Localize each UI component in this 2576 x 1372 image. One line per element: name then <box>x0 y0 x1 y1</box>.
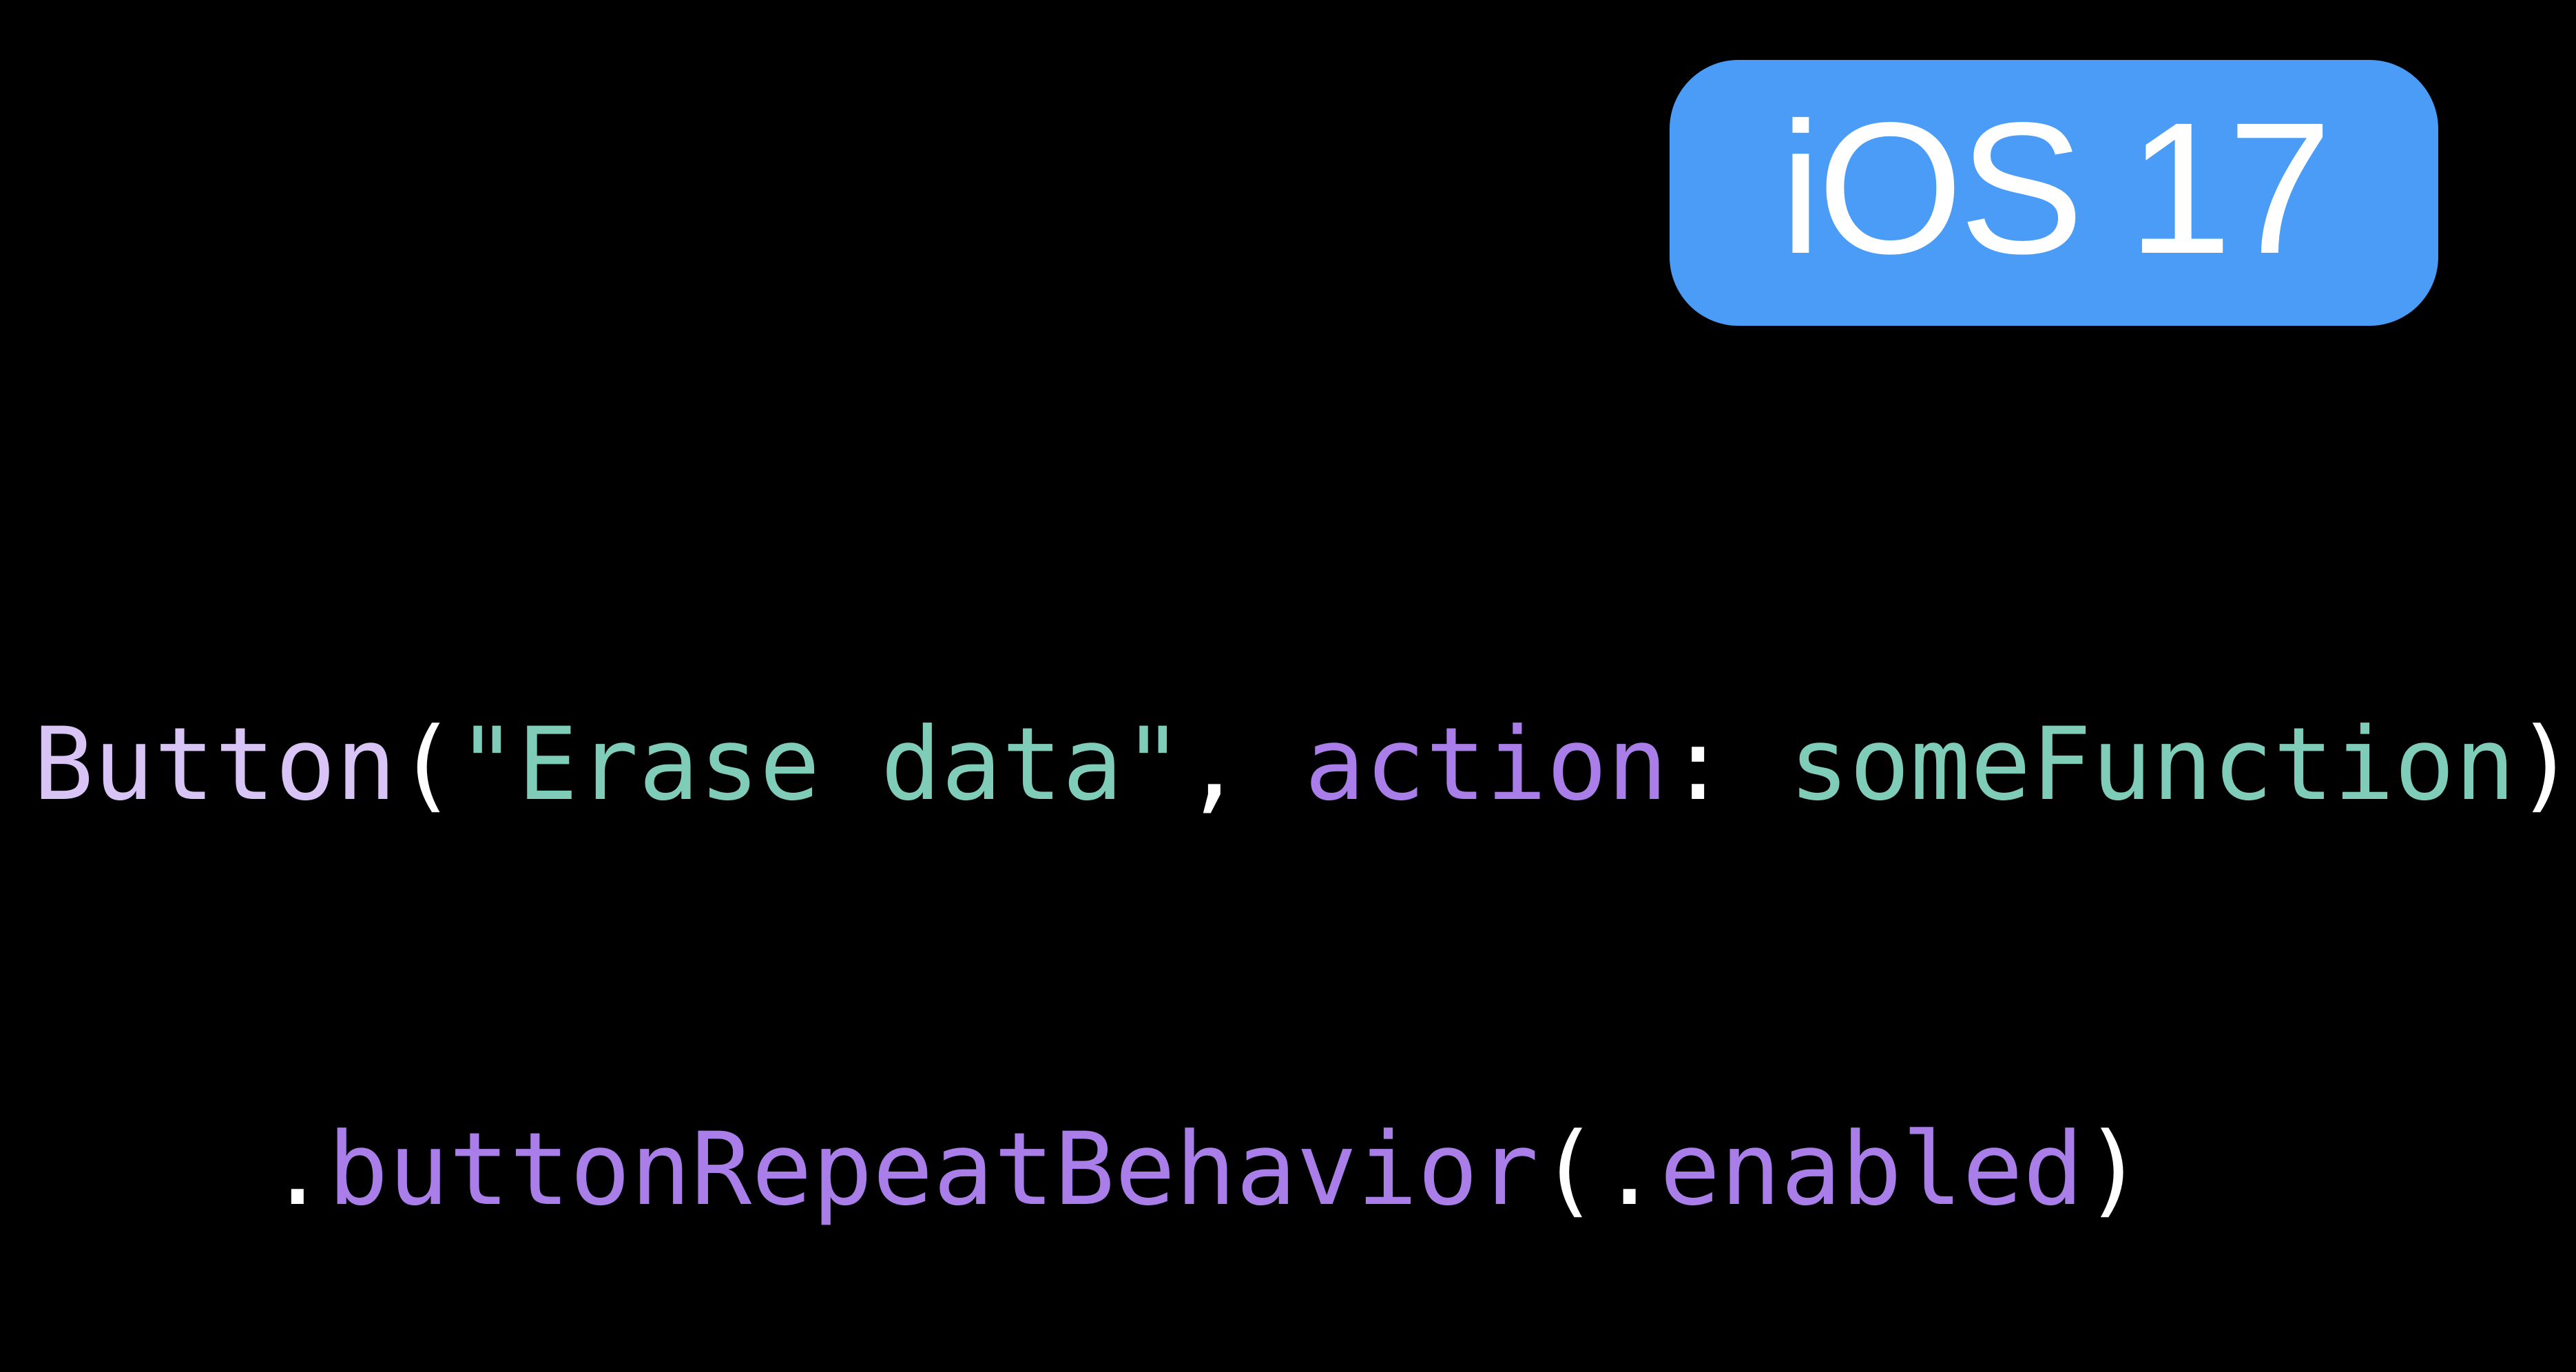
badge-label: iOS 17 <box>1780 83 2332 293</box>
comma-token: , <box>1183 706 1245 823</box>
string-literal-token: "Erase data" <box>457 706 1184 823</box>
param-label-token: action <box>1304 706 1668 823</box>
open-paren-token-2: ( <box>1538 1111 1599 1228</box>
space-token-2 <box>1728 706 1789 823</box>
code-line-1: Button("Erase data", action: someFunctio… <box>33 697 2576 832</box>
open-paren-token: ( <box>396 706 457 823</box>
type-name-token: Button <box>33 706 397 823</box>
modifier-name-token: buttonRepeatBehavior <box>327 1111 1539 1228</box>
enum-case-token: enabled <box>1659 1111 2084 1228</box>
colon-token: : <box>1668 706 1729 823</box>
code-line-2: .buttonRepeatBehavior(.enabled) <box>33 1102 2576 1237</box>
function-name-token: someFunction <box>1789 706 2515 823</box>
close-paren-token-2: ) <box>2084 1111 2144 1228</box>
close-paren-token: ) <box>2515 706 2576 823</box>
dot-token-2: . <box>1599 1111 1660 1228</box>
code-snippet: Button("Erase data", action: someFunctio… <box>33 427 2576 1372</box>
dot-token: . <box>267 1111 328 1228</box>
ios-version-badge: iOS 17 <box>1670 60 2438 326</box>
